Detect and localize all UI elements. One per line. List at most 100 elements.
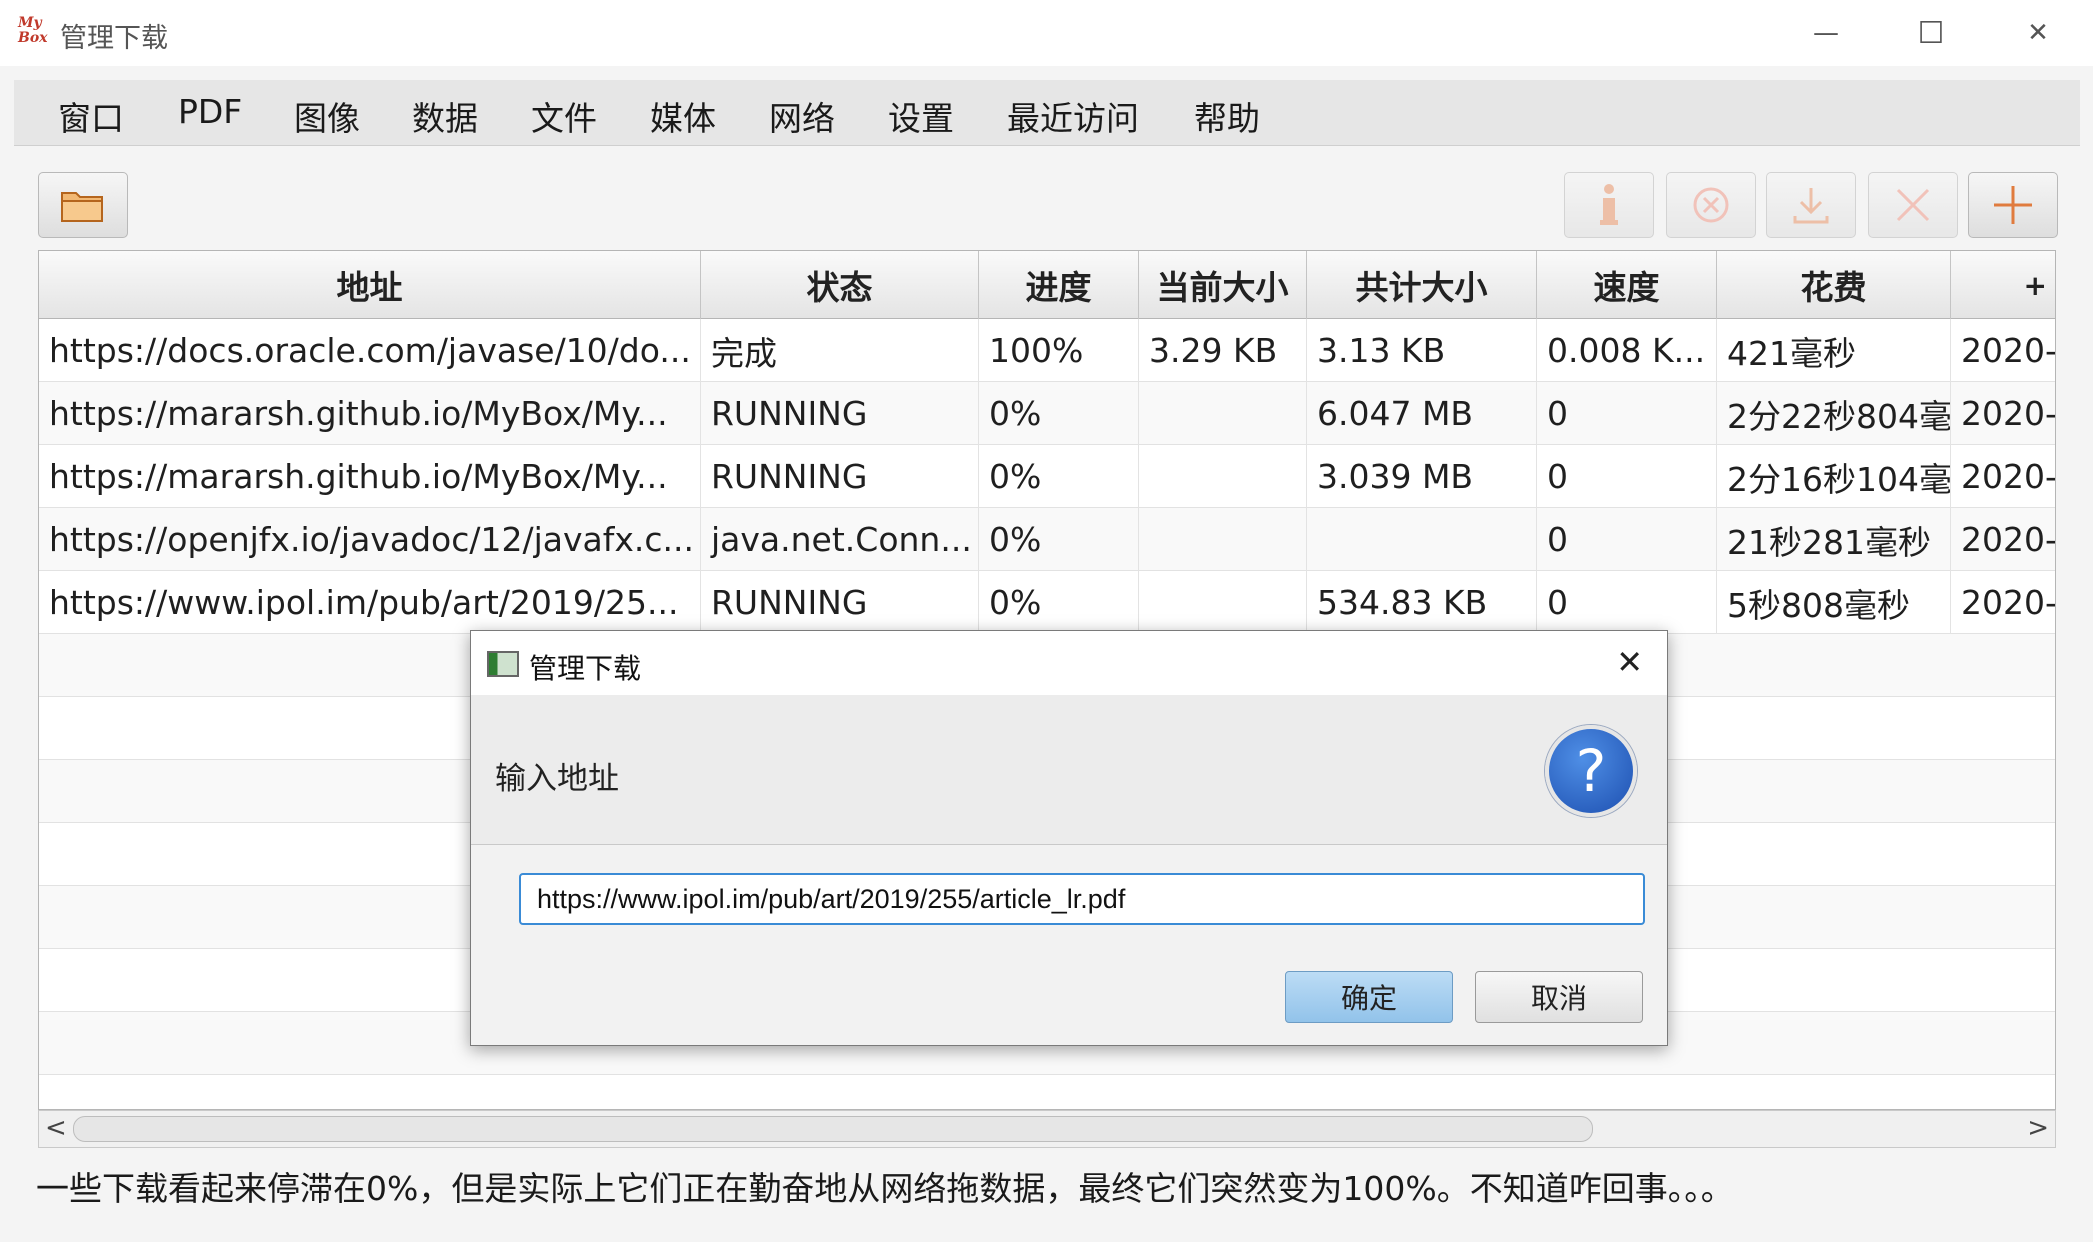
dialog-app-icon <box>487 651 519 677</box>
column-header-cost[interactable]: 花费 <box>1717 251 1951 319</box>
menu-data[interactable]: 数据 <box>412 92 478 140</box>
dialog-close-icon[interactable]: ✕ <box>1616 643 1643 681</box>
info-icon <box>1600 184 1618 225</box>
scroll-left-icon[interactable]: < <box>45 1113 67 1143</box>
status-note: 一些下载看起来停滞在0%，但是实际上它们正在勤奋地从网络拖数据，最终它们突然变为… <box>36 1169 1734 1208</box>
question-icon: ? <box>1545 725 1637 817</box>
ok-button[interactable]: 确定 <box>1285 971 1453 1023</box>
cell-current-size: 3.29 KB <box>1139 319 1307 382</box>
cell-total-size: 534.83 KB <box>1307 571 1537 634</box>
scroll-thumb[interactable] <box>73 1116 1593 1142</box>
add-icon <box>1994 186 2032 224</box>
logo-line-1: My <box>18 15 42 31</box>
minimize-button[interactable]: — <box>1796 10 1856 56</box>
cell-speed: 0 <box>1537 445 1717 508</box>
cell-total-size <box>1307 508 1537 571</box>
cell-speed: 0.008 K... <box>1537 319 1717 382</box>
dialog-prompt: 输入地址 <box>495 761 619 797</box>
dialog-title: 管理下载 <box>529 652 642 685</box>
cell-progress: 0% <box>979 445 1139 508</box>
folder-icon <box>61 192 103 222</box>
info-button[interactable] <box>1564 172 1654 238</box>
table-row[interactable]: https://docs.oracle.com/javase/10/do... … <box>39 319 2056 382</box>
column-header-current-size[interactable]: 当前大小 <box>1139 251 1307 319</box>
cell-address: https://mararsh.github.io/MyBox/My... <box>39 445 701 508</box>
table-row[interactable]: https://mararsh.github.io/MyBox/My... RU… <box>39 445 2056 508</box>
table-row[interactable]: https://www.ipol.im/pub/art/2019/25... R… <box>39 571 2056 634</box>
menu-network[interactable]: 网络 <box>769 92 835 140</box>
cell-time: 2020-( <box>1961 520 2056 559</box>
table-header: 地址 状态 进度 当前大小 共计大小 速度 花费 + <box>39 251 2055 319</box>
cell-progress: 100% <box>979 319 1139 382</box>
cell-status: RUNNING <box>701 445 979 508</box>
cell-speed: 0 <box>1537 382 1717 445</box>
title-bar: My Box 管理下载 — ☐ ✕ <box>0 0 2093 66</box>
scroll-right-icon[interactable]: > <box>2027 1113 2049 1143</box>
column-menu-button[interactable]: + <box>1951 251 2055 319</box>
cell-status: 完成 <box>701 319 979 382</box>
menu-image[interactable]: 图像 <box>294 92 360 140</box>
cell-current-size <box>1139 382 1307 445</box>
cell-time: 2020-( <box>1961 583 2056 622</box>
cell-speed: 0 <box>1537 571 1717 634</box>
column-header-speed[interactable]: 速度 <box>1537 251 1717 319</box>
cell-cost: 2分22秒804毫 <box>1717 382 1951 445</box>
menu-pdf[interactable]: PDF <box>178 92 242 131</box>
cell-address: https://mararsh.github.io/MyBox/My... <box>39 382 701 445</box>
menu-help[interactable]: 帮助 <box>1194 92 1260 140</box>
cell-cost: 2分16秒104毫 <box>1717 445 1951 508</box>
cell-current-size <box>1139 508 1307 571</box>
cell-speed: 0 <box>1537 508 1717 571</box>
app-window: My Box 管理下载 — ☐ ✕ 窗口 PDF 图像 数据 文件 媒体 网络 … <box>0 0 2093 1242</box>
menu-recent[interactable]: 最近访问 <box>1007 92 1139 140</box>
delete-button[interactable] <box>1868 172 1958 238</box>
cell-time: 2020-( <box>1961 457 2056 496</box>
cell-cost: 421毫秒 <box>1717 319 1951 382</box>
input-address-dialog: 管理下载 ✕ 输入地址 ? https://www.ipol.im/pub/ar… <box>470 630 1668 1046</box>
delete-icon <box>1896 188 1930 222</box>
cell-cost: 21秒281毫秒 <box>1717 508 1951 571</box>
cell-address: https://docs.oracle.com/javase/10/do... <box>39 319 701 382</box>
table-row[interactable]: https://openjfx.io/javadoc/12/javafx.c..… <box>39 508 2056 571</box>
close-button[interactable]: ✕ <box>2008 10 2068 56</box>
cell-status: java.net.Conn... <box>701 508 979 571</box>
cancel-button[interactable]: 取消 <box>1475 971 1643 1023</box>
open-folder-button[interactable] <box>38 172 128 238</box>
stop-button[interactable] <box>1666 172 1756 238</box>
cell-current-size <box>1139 571 1307 634</box>
menu-bar: 窗口 PDF 图像 数据 文件 媒体 网络 设置 最近访问 帮助 <box>14 80 2080 146</box>
column-header-status[interactable]: 状态 <box>701 251 979 319</box>
cell-total-size: 6.047 MB <box>1307 382 1537 445</box>
window-title: 管理下载 <box>60 23 168 54</box>
cell-status: RUNNING <box>701 571 979 634</box>
address-input[interactable]: https://www.ipol.im/pub/art/2019/255/art… <box>519 873 1645 925</box>
menu-settings[interactable]: 设置 <box>888 92 954 140</box>
cell-time: 2020- <box>1961 331 2056 370</box>
cell-address: https://openjfx.io/javadoc/12/javafx.c..… <box>39 508 701 571</box>
column-header-address[interactable]: 地址 <box>39 251 701 319</box>
download-icon <box>1793 188 1829 224</box>
horizontal-scrollbar[interactable]: < > <box>38 1110 2056 1148</box>
table-row[interactable]: https://mararsh.github.io/MyBox/My... RU… <box>39 382 2056 445</box>
cell-total-size: 3.039 MB <box>1307 445 1537 508</box>
cell-address: https://www.ipol.im/pub/art/2019/25... <box>39 571 701 634</box>
cell-status: RUNNING <box>701 382 979 445</box>
app-logo: My Box <box>18 16 54 50</box>
column-header-progress[interactable]: 进度 <box>979 251 1139 319</box>
add-button[interactable] <box>1968 172 2058 238</box>
stop-icon <box>1693 187 1729 223</box>
menu-media[interactable]: 媒体 <box>650 92 716 140</box>
maximize-button[interactable]: ☐ <box>1901 10 1961 56</box>
cell-total-size: 3.13 KB <box>1307 319 1537 382</box>
download-button[interactable] <box>1766 172 1856 238</box>
dialog-header: 输入地址 ? <box>471 695 1667 845</box>
cell-cost: 5秒808毫秒 <box>1717 571 1951 634</box>
cell-current-size <box>1139 445 1307 508</box>
cell-time: 2020-( <box>1961 394 2056 433</box>
cell-progress: 0% <box>979 508 1139 571</box>
menu-window[interactable]: 窗口 <box>58 92 124 140</box>
cell-progress: 0% <box>979 571 1139 634</box>
column-header-total-size[interactable]: 共计大小 <box>1307 251 1537 319</box>
menu-file[interactable]: 文件 <box>531 92 597 140</box>
dialog-title-bar: 管理下载 ✕ <box>471 631 1667 695</box>
